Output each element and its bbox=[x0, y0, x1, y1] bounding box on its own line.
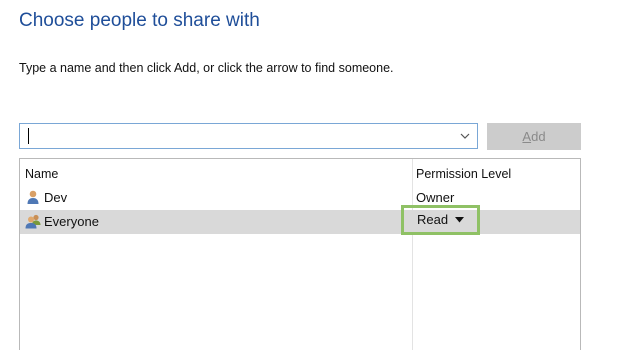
permission-dropdown-value: Read bbox=[417, 212, 449, 227]
add-button-hotkey: A bbox=[522, 129, 532, 144]
list-row-everyone[interactable]: Everyone Read bbox=[20, 205, 580, 235]
caret-down-icon bbox=[455, 217, 464, 223]
share-dialog: Choose people to share with Type a name … bbox=[0, 0, 623, 350]
row-permission: Owner bbox=[416, 190, 455, 205]
user-icon bbox=[25, 189, 41, 205]
chevron-down-icon[interactable] bbox=[459, 130, 471, 142]
share-list[interactable]: Name Permission Level Dev Owner Everyone… bbox=[19, 158, 581, 350]
permission-dropdown[interactable]: Read bbox=[401, 205, 480, 235]
text-caret bbox=[28, 128, 29, 144]
row-name: Dev bbox=[44, 190, 68, 205]
dialog-heading: Choose people to share with bbox=[19, 10, 260, 31]
name-combobox[interactable] bbox=[19, 123, 478, 149]
instructions-text: Type a name and then click Add, or click… bbox=[19, 61, 394, 75]
add-button-label: dd bbox=[531, 129, 546, 144]
column-header-name[interactable]: Name bbox=[25, 167, 58, 181]
group-icon bbox=[25, 213, 41, 229]
add-button[interactable]: Add bbox=[487, 123, 581, 150]
column-header-permission[interactable]: Permission Level bbox=[416, 167, 511, 181]
list-row-dev[interactable]: Dev Owner bbox=[20, 186, 580, 210]
row-name: Everyone bbox=[44, 214, 99, 229]
